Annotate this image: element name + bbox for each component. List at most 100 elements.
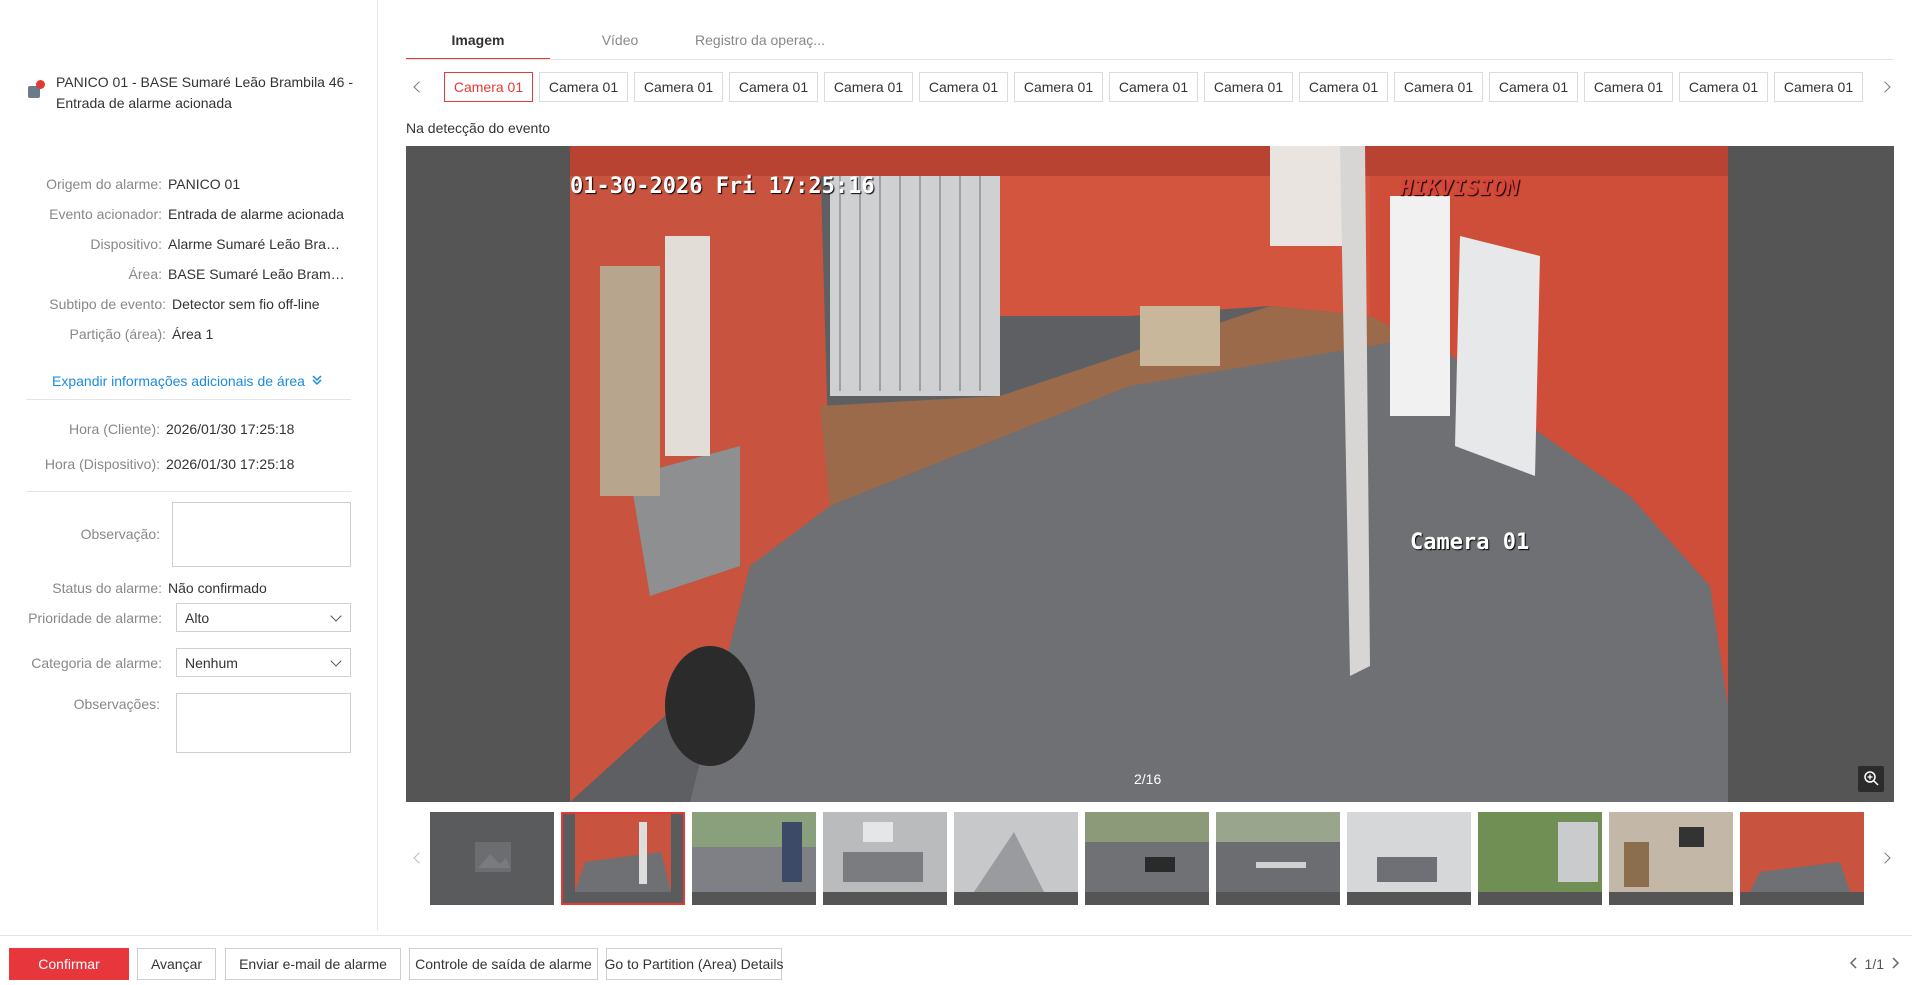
alarm-status-label: Status do alarme: xyxy=(52,580,162,596)
camera-tabs-next-button[interactable] xyxy=(1876,72,1894,102)
camera-tab[interactable]: Camera 01 xyxy=(1014,72,1103,102)
expand-area-info-label: Expandir informações adicionais de área xyxy=(52,373,305,389)
detail-label: Dispositivo: xyxy=(90,236,162,252)
thumbnail-2[interactable] xyxy=(561,812,685,905)
camera-tab[interactable]: Camera 01 xyxy=(1584,72,1673,102)
zoom-in-icon xyxy=(1863,770,1879,789)
thumbnail-8[interactable] xyxy=(1347,812,1471,905)
alarm-status-row: Status do alarme: Não confirmado xyxy=(0,578,370,598)
detail-row-trigger-event: Evento acionador: Entrada de alarme acio… xyxy=(0,204,370,224)
camera-tabs-prev-button[interactable] xyxy=(410,72,428,102)
detail-row-device: Dispositivo: Alarme Sumaré Leão Bram... xyxy=(0,234,370,254)
detail-row-event-subtype: Subtipo de evento: Detector sem fio off-… xyxy=(0,294,370,314)
detail-value: Área 1 xyxy=(172,326,214,342)
thumbnail-3[interactable] xyxy=(692,812,816,905)
camera-snapshot: 01-30-2026 Fri 17:25:16 HIKVISION Camera… xyxy=(570,146,1728,802)
thumbnail-11[interactable] xyxy=(1740,812,1864,905)
detail-label: Origem do alarme: xyxy=(46,176,162,192)
thumbnail-5[interactable] xyxy=(954,812,1078,905)
thumbnails-prev-button[interactable] xyxy=(410,843,428,873)
detail-value: Entrada de alarme acionada xyxy=(168,206,344,222)
camera-tab[interactable]: Camera 01 xyxy=(444,72,533,102)
thumbnail-7[interactable] xyxy=(1216,812,1340,905)
observacoes-textarea[interactable] xyxy=(176,693,351,753)
time-value: 2026/01/30 17:25:18 xyxy=(166,456,295,472)
detail-row-area: Área: BASE Sumaré Leão Brambil... xyxy=(0,264,370,284)
camera-tab[interactable]: Camera 01 xyxy=(1109,72,1198,102)
camera-tab[interactable]: Camera 01 xyxy=(634,72,723,102)
priority-label: Prioridade de alarme: xyxy=(28,610,162,626)
detail-row-origin: Origem do alarme: PANICO 01 xyxy=(0,174,370,194)
chevron-left-icon xyxy=(413,81,425,93)
send-alarm-email-button[interactable]: Enviar e-mail de alarme xyxy=(225,948,401,980)
pager-next-button[interactable] xyxy=(1890,956,1900,972)
category-selected-value: Nenhum xyxy=(185,654,238,671)
confirm-button[interactable]: Confirmar xyxy=(9,948,129,980)
observacao-textarea[interactable] xyxy=(172,502,351,567)
time-row-client: Hora (Cliente): 2026/01/30 17:25:18 xyxy=(0,419,370,439)
bottom-divider xyxy=(0,935,1912,936)
advance-button[interactable]: Avançar xyxy=(137,948,216,980)
chevron-left-icon xyxy=(413,852,425,864)
detail-row-partition: Partição (área): Área 1 xyxy=(0,324,370,344)
detail-label: Partição (área): xyxy=(69,326,166,342)
category-select[interactable]: Nenhum xyxy=(176,648,351,677)
detail-value: Detector sem fio off-line xyxy=(172,296,320,312)
alarm-header: PANICO 01 - BASE Sumaré Leão Brambila 46… xyxy=(26,72,366,114)
camera-tab[interactable]: Camera 01 xyxy=(1679,72,1768,102)
camera-tab[interactable]: Camera 01 xyxy=(824,72,913,102)
double-chevron-down-icon xyxy=(311,374,323,389)
zoom-in-button[interactable] xyxy=(1858,766,1884,792)
chevron-right-icon xyxy=(1879,852,1891,864)
osd-camera-name: Camera 01 xyxy=(1410,530,1530,555)
chevron-right-icon xyxy=(1892,957,1900,969)
thumbnail-6[interactable] xyxy=(1085,812,1209,905)
alarm-device-icon xyxy=(26,80,46,100)
detail-label: Subtipo de evento: xyxy=(49,296,166,312)
divider xyxy=(26,491,351,492)
camera-tab[interactable]: Camera 01 xyxy=(539,72,628,102)
category-label: Categoria de alarme: xyxy=(31,655,162,671)
thumbnail-placeholder[interactable] xyxy=(430,812,554,905)
thumbnail-10[interactable] xyxy=(1609,812,1733,905)
time-row-device: Hora (Dispositivo): 2026/01/30 17:25:18 xyxy=(0,454,370,474)
image-viewer[interactable]: 01-30-2026 Fri 17:25:16 HIKVISION Camera… xyxy=(406,146,1894,802)
observacao-label: Observação: xyxy=(80,526,160,542)
chevron-right-icon xyxy=(1879,81,1891,93)
time-value: 2026/01/30 17:25:18 xyxy=(166,421,295,437)
pager: 1/1 xyxy=(1849,956,1900,972)
alarm-title: PANICO 01 - BASE Sumaré Leão Brambila 46… xyxy=(56,74,353,111)
tab-registro-operacao[interactable]: Registro da operaç... xyxy=(690,32,830,60)
camera-tab[interactable]: Camera 01 xyxy=(919,72,1008,102)
pager-prev-button[interactable] xyxy=(1849,956,1859,972)
chevron-left-icon xyxy=(1849,957,1857,969)
thumbnail-9[interactable] xyxy=(1478,812,1602,905)
image-placeholder-icon xyxy=(430,812,554,905)
detail-value: Alarme Sumaré Leão Bram... xyxy=(168,236,348,252)
detail-value: PANICO 01 xyxy=(168,176,241,192)
pager-label: 1/1 xyxy=(1864,956,1884,972)
observacoes-label: Observações: xyxy=(73,696,160,712)
detail-label: Área: xyxy=(128,266,162,282)
thumbnails-next-button[interactable] xyxy=(1876,843,1894,873)
camera-tab[interactable]: Camera 01 xyxy=(729,72,818,102)
osd-datetime: 01-30-2026 Fri 17:25:16 xyxy=(570,174,875,199)
tab-imagem[interactable]: Imagem xyxy=(406,32,550,60)
chevron-down-icon xyxy=(330,655,342,667)
camera-tab[interactable]: Camera 01 xyxy=(1394,72,1483,102)
chevron-down-icon xyxy=(330,610,342,622)
detail-label: Evento acionador: xyxy=(49,206,162,222)
go-to-partition-details-button[interactable]: Go to Partition (Area) Details xyxy=(605,948,783,980)
time-label: Hora (Cliente): xyxy=(68,421,160,437)
priority-select[interactable]: Alto xyxy=(176,603,351,632)
camera-tab[interactable]: Camera 01 xyxy=(1204,72,1293,102)
camera-tab[interactable]: Camera 01 xyxy=(1489,72,1578,102)
alarm-output-control-button[interactable]: Controle de saída de alarme xyxy=(409,948,598,980)
camera-tab[interactable]: Camera 01 xyxy=(1299,72,1388,102)
thumbnail-4[interactable] xyxy=(823,812,947,905)
event-caption: Na detecção do evento xyxy=(406,120,550,136)
camera-tab[interactable]: Camera 01 xyxy=(1774,72,1863,102)
tab-video[interactable]: Vídeo xyxy=(570,32,670,60)
expand-area-info-link[interactable]: Expandir informações adicionais de área xyxy=(52,373,323,389)
divider xyxy=(26,399,351,400)
